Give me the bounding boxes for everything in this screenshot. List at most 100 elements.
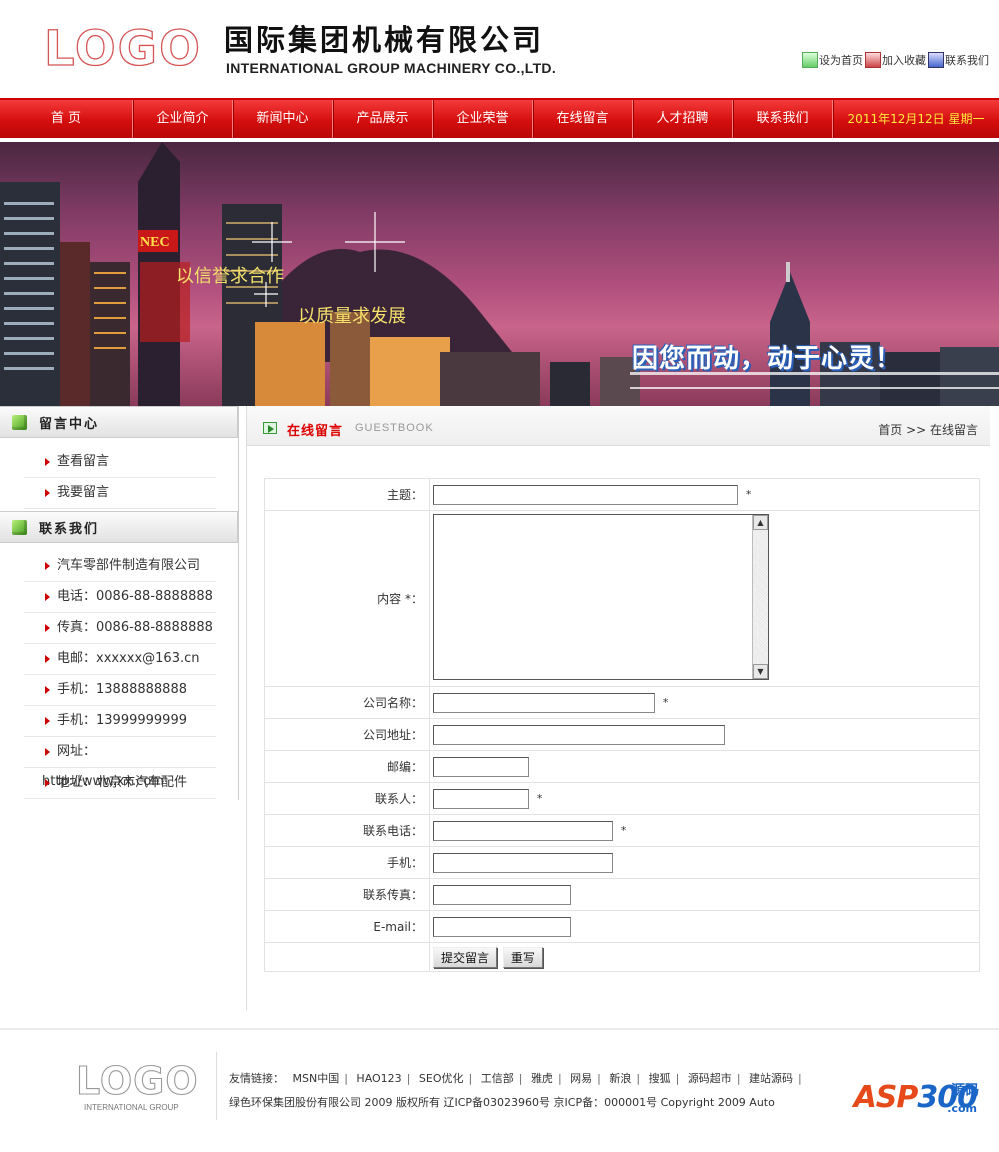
nav-item-home[interactable]: 首 页	[0, 100, 133, 138]
required-mark: *	[662, 696, 669, 709]
scroll-down-icon[interactable]: ▼	[753, 664, 768, 679]
link-separator: |	[636, 1072, 641, 1085]
address-input[interactable]	[433, 724, 725, 745]
link-separator: |	[406, 1072, 411, 1085]
form-row-fax: 联系传真：	[264, 878, 980, 911]
form-row-phone: 联系电话： *	[264, 814, 980, 847]
friend-link[interactable]: 建站源码	[749, 1072, 793, 1085]
set-homepage-label: 设为首页	[819, 54, 863, 67]
contact-icon	[928, 52, 944, 68]
form-row-company: 公司名称： *	[264, 686, 980, 719]
address-cell	[429, 718, 980, 751]
friend-link[interactable]: 网易	[570, 1072, 592, 1085]
green-cube-icon	[12, 414, 27, 430]
main-content: 在线留言 GUESTBOOK 首页 >> 在线留言 主题： * 内容 *： ▲ …	[246, 406, 990, 1010]
nav-item-contact[interactable]: 联系我们	[733, 100, 833, 138]
favorite-icon	[865, 52, 881, 68]
zip-input[interactable]	[433, 756, 529, 777]
company-name-cn: 国际集团机械有限公司	[224, 23, 545, 57]
scroll-up-icon[interactable]: ▲	[753, 515, 768, 530]
friend-link[interactable]: 源码超市	[688, 1072, 732, 1085]
nav-item-honors[interactable]: 企业荣誉	[433, 100, 533, 138]
content-scrollbar[interactable]: ▲ ▼	[752, 515, 768, 679]
watermark-asp: ASP	[853, 1080, 919, 1115]
friend-link[interactable]: MSN中国	[293, 1072, 340, 1085]
submit-button[interactable]: 提交留言	[433, 946, 498, 968]
content-textarea[interactable]: ▲ ▼	[433, 514, 769, 680]
sidebar-item-label: 我要留言	[57, 485, 110, 500]
link-separator: |	[468, 1072, 473, 1085]
fax-input[interactable]	[433, 884, 571, 905]
guestbook-form: 主题： * 内容 *： ▲ ▼ 公司名称： * 公司地址： 邮编： 联系人： *…	[264, 478, 980, 972]
main-nav: 首 页 企业简介 新闻中心 产品展示 企业荣誉 在线留言 人才招聘 联系我们 2…	[0, 98, 999, 138]
fax-cell	[429, 878, 980, 911]
arrow-right-icon	[263, 422, 277, 434]
main-section-title: 在线留言	[287, 424, 344, 439]
friend-link[interactable]: 新浪	[609, 1072, 631, 1085]
sidebar-item-view-messages[interactable]: 查看留言	[24, 447, 216, 478]
add-favorite-label: 加入收藏	[882, 54, 926, 67]
site-logo-text: LOGO	[44, 24, 202, 70]
required-mark: *	[620, 824, 627, 837]
email-cell	[429, 910, 980, 943]
sidebar-contact-header: 联系我们	[0, 511, 238, 543]
copyright-text: 绿色环保集团股份有限公司 2009 版权所有 辽ICP备03023960号 京I…	[229, 1096, 775, 1109]
nav-item-jobs[interactable]: 人才招聘	[633, 100, 733, 138]
footer-logo-text: LOGO	[76, 1059, 199, 1103]
breadcrumb[interactable]: 首页 >> 在线留言	[878, 421, 978, 438]
nav-item-news[interactable]: 新闻中心	[233, 100, 333, 138]
mobile-label: 手机：	[264, 846, 430, 879]
friend-links: 友情链接： MSN中国 | HAO123 | SEO优化 | 工信部 | 雅虎 | 网易 |…	[229, 1070, 802, 1086]
footer-logo: LOGO INTERNATIONAL GROUP	[75, 1058, 199, 1112]
contact-mobile-2: 手机：13999999999	[24, 706, 216, 737]
email-label: E-mail：	[264, 910, 430, 943]
sidebar-guestbook-title: 留言中心	[39, 416, 100, 432]
contact-company: 汽车零部件制造有限公司	[24, 551, 216, 582]
add-favorite-link[interactable]: 加入收藏	[865, 52, 926, 68]
content-cell: ▲ ▼	[429, 510, 980, 687]
set-homepage-link[interactable]: 设为首页	[802, 52, 863, 68]
link-separator: |	[597, 1072, 601, 1085]
phone-label: 联系电话：	[264, 814, 430, 847]
address-label: 公司地址：	[264, 718, 430, 751]
contact-person-input[interactable]	[433, 788, 529, 809]
friend-link[interactable]: 雅虎	[531, 1072, 553, 1085]
contact-address: 地址：北京市汽车配件	[24, 768, 216, 799]
link-separator: |	[736, 1072, 741, 1085]
actions-cell: 提交留言 重写	[429, 942, 980, 972]
contact-website: 网址：http://www.xx.com	[24, 737, 216, 789]
current-date: 2011年12月12日 星期一	[847, 112, 985, 126]
nav-item-products[interactable]: 产品展示	[333, 100, 433, 138]
email-input[interactable]	[433, 916, 571, 937]
main-section-header: 在线留言 GUESTBOOK 首页 >> 在线留言	[247, 406, 990, 446]
reset-button[interactable]: 重写	[502, 946, 543, 968]
content-label: 内容 *：	[264, 510, 430, 687]
sidebar-item-leave-message[interactable]: 我要留言	[24, 478, 216, 509]
friend-link[interactable]: 工信部	[481, 1072, 514, 1085]
link-separator: |	[344, 1072, 348, 1085]
site-logo[interactable]: LOGO	[44, 24, 204, 70]
nav-item-about[interactable]: 企业简介	[133, 100, 233, 138]
form-row-email: E-mail：	[264, 910, 980, 943]
link-separator: |	[675, 1072, 680, 1085]
watermark-com: .com	[947, 1102, 977, 1115]
banner-slogan-3: 因您而动，动于心灵！	[632, 344, 903, 374]
friend-link[interactable]: 搜狐	[649, 1072, 671, 1085]
company-input[interactable]	[433, 692, 655, 713]
phone-input[interactable]	[433, 820, 613, 841]
top-links: 设为首页 加入收藏 联系我们	[802, 52, 989, 68]
form-row-address: 公司地址：	[264, 718, 980, 751]
contact-us-link[interactable]: 联系我们	[928, 52, 989, 68]
nav-item-guestbook[interactable]: 在线留言	[533, 100, 633, 138]
contact-email: 电邮：xxxxxx@163.cn	[24, 644, 216, 675]
form-row-subject: 主题： *	[264, 478, 980, 511]
zip-label: 邮编：	[264, 750, 430, 783]
mobile-input[interactable]	[433, 852, 613, 873]
site-footer: LOGO INTERNATIONAL GROUP 友情链接： MSN中国 | HA…	[0, 1030, 999, 1152]
banner-slogan-1: 以信誉求合作	[176, 266, 284, 287]
subject-input[interactable]	[433, 484, 738, 505]
contact-email-text: 电邮：xxxxxx@163.cn	[57, 651, 200, 666]
friend-link[interactable]: HAO123	[356, 1072, 401, 1085]
contact-fax: 传真：0086-88-8888888	[24, 613, 216, 644]
friend-link[interactable]: SEO优化	[419, 1072, 464, 1085]
